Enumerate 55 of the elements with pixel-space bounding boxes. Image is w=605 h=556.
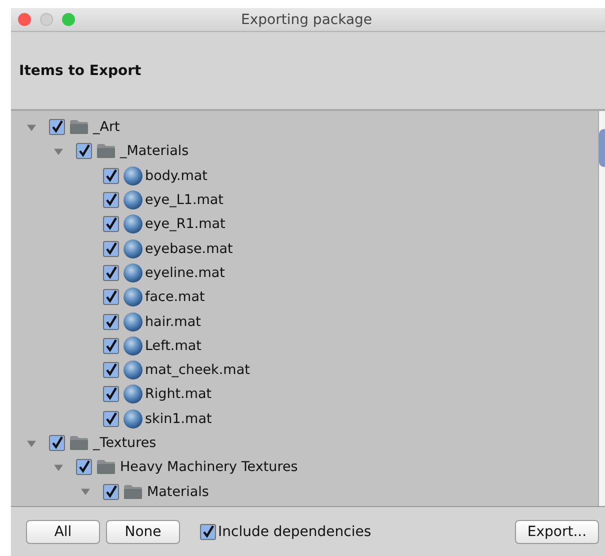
checkbox-label: Include dependencies xyxy=(218,524,372,540)
tree-item-label[interactable]: Right.mat xyxy=(145,386,212,402)
checkbox[interactable] xyxy=(103,410,119,427)
window-title: Exporting package xyxy=(241,12,372,28)
tree-item-label[interactable]: face.mat xyxy=(145,289,205,306)
folder-icon xyxy=(96,459,116,476)
select-button[interactable]: None xyxy=(106,520,180,544)
tree-item-label[interactable]: _Textures xyxy=(93,435,156,451)
tree-item-label[interactable]: Materials xyxy=(147,484,209,500)
checkbox[interactable] xyxy=(103,484,119,500)
tree-item-label[interactable]: Left.mat xyxy=(145,338,202,354)
checkbox[interactable] xyxy=(49,119,65,136)
checkbox[interactable] xyxy=(76,459,92,476)
checkbox[interactable] xyxy=(103,192,119,208)
checkbox[interactable] xyxy=(103,362,119,378)
sphere-icon xyxy=(123,360,143,380)
checkbox[interactable] xyxy=(103,168,119,184)
sphere-icon xyxy=(123,238,143,259)
sphere-icon xyxy=(123,336,143,356)
export-button[interactable]: Export... xyxy=(515,520,599,544)
tree-item-label[interactable]: eyebase.mat xyxy=(145,240,233,257)
checkbox[interactable] xyxy=(103,289,119,306)
folder-icon xyxy=(123,484,143,500)
tree-item-label[interactable]: mat_cheek.mat xyxy=(145,362,250,378)
tree-item-label[interactable]: body.mat xyxy=(145,168,208,184)
folder-icon xyxy=(69,119,89,136)
tree-item-label[interactable]: hair.mat xyxy=(145,314,201,330)
checkbox[interactable] xyxy=(103,264,119,281)
sphere-icon xyxy=(123,312,143,332)
checkbox[interactable] xyxy=(76,143,92,160)
section-title: Items to Export xyxy=(19,62,142,78)
checkbox[interactable] xyxy=(103,338,119,354)
tree-item-label[interactable]: eye_R1.mat xyxy=(145,216,226,232)
checkbox[interactable] xyxy=(103,240,119,257)
tree-item-label[interactable]: skin1.mat xyxy=(145,410,212,427)
select-button[interactable]: All xyxy=(26,520,100,544)
tree-item-label[interactable]: Heavy Machinery Textures xyxy=(120,459,298,476)
checkbox[interactable] xyxy=(103,216,119,232)
sphere-icon xyxy=(123,190,143,210)
sphere-icon xyxy=(123,166,143,186)
sphere-icon xyxy=(123,384,143,404)
tree-item-label[interactable]: _Materials xyxy=(120,143,189,160)
checkbox[interactable] xyxy=(103,314,119,330)
checkbox[interactable] xyxy=(200,524,216,540)
sphere-icon xyxy=(123,287,143,308)
checkbox[interactable] xyxy=(103,386,119,402)
checkbox[interactable] xyxy=(49,435,65,451)
folder-icon xyxy=(96,143,116,160)
sphere-icon xyxy=(123,262,143,283)
tree-item-label[interactable]: eyeline.mat xyxy=(145,264,225,281)
folder-icon xyxy=(69,435,89,451)
sphere-icon xyxy=(123,214,143,234)
sphere-icon xyxy=(123,408,143,429)
tree-item-label[interactable]: _Art xyxy=(93,119,120,136)
tree-item-label[interactable]: eye_L1.mat xyxy=(145,192,224,208)
